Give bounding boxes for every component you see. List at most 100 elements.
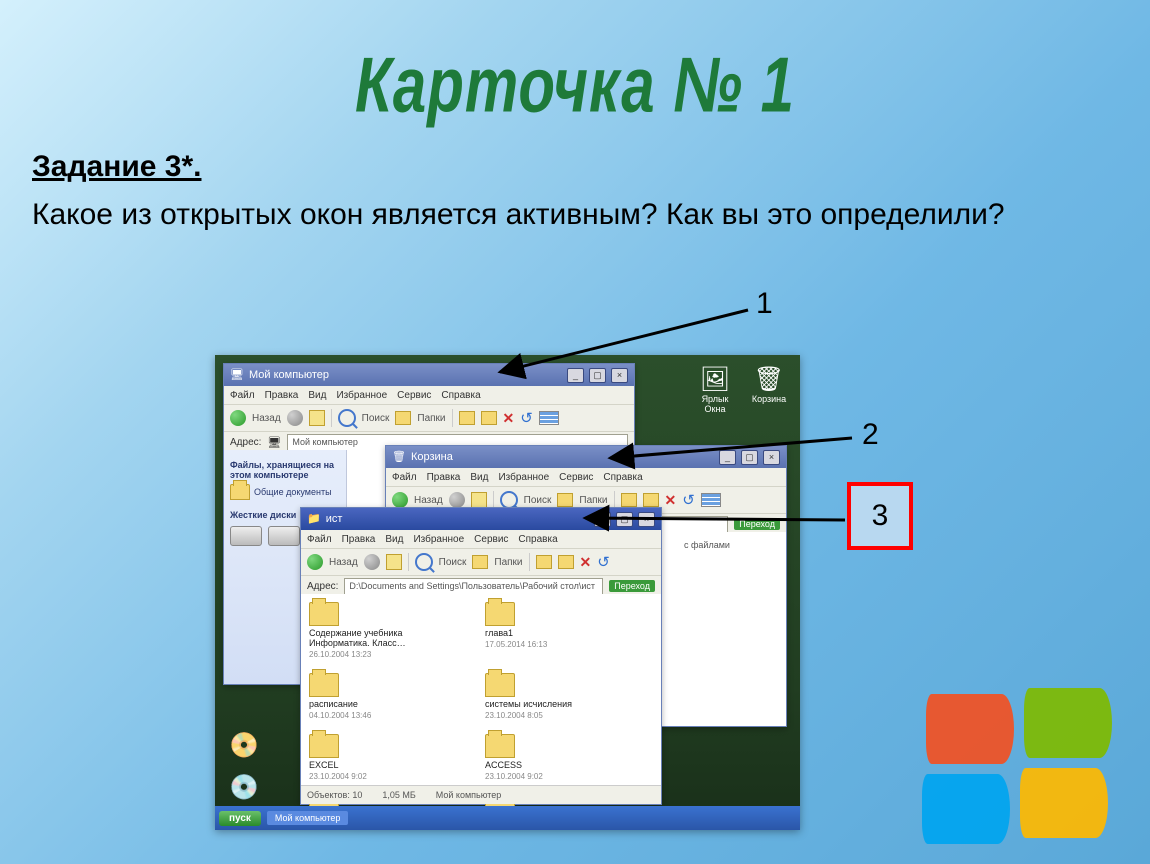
views-icon[interactable] <box>701 493 721 507</box>
up-icon[interactable] <box>309 410 325 426</box>
list-item[interactable]: системы исчисления23.10.2004 8:05 <box>485 673 625 720</box>
annotation-box-3: 3 <box>847 482 913 550</box>
close-button[interactable]: × <box>763 450 780 465</box>
menu-file[interactable]: Файл <box>392 472 417 483</box>
menu-view[interactable]: Вид <box>385 534 403 545</box>
window-title-text: Корзина <box>411 446 714 468</box>
up-icon[interactable] <box>471 492 487 508</box>
minimize-button[interactable]: _ <box>719 450 736 465</box>
move-icon[interactable] <box>459 411 475 425</box>
separator <box>452 409 453 427</box>
back-icon[interactable] <box>230 410 246 426</box>
undo-icon[interactable]: ↺ <box>597 553 610 571</box>
forward-icon[interactable] <box>364 554 380 570</box>
menu-fav[interactable]: Избранное <box>336 390 387 401</box>
search-icon[interactable] <box>415 553 433 571</box>
delete-icon[interactable]: ✕ <box>503 410 515 427</box>
move-icon[interactable] <box>536 555 552 569</box>
undo-icon[interactable]: ↺ <box>682 491 695 509</box>
menu-help[interactable]: Справка <box>603 472 642 483</box>
folders-icon[interactable] <box>557 493 573 507</box>
menu-fav[interactable]: Избранное <box>498 472 549 483</box>
menu-edit[interactable]: Правка <box>427 472 461 483</box>
toolbar: Назад Поиск Папки ✕ ↺ <box>301 549 661 576</box>
menu-help[interactable]: Справка <box>518 534 557 545</box>
maximize-button[interactable]: ▢ <box>741 450 758 465</box>
drive-icon[interactable] <box>268 526 300 546</box>
close-button[interactable]: × <box>611 368 628 383</box>
menu-tools[interactable]: Сервис <box>397 390 431 401</box>
list-item[interactable]: ACCESS23.10.2004 9:02 <box>485 734 625 781</box>
folder-icon <box>485 673 515 697</box>
forward-icon[interactable] <box>287 410 303 426</box>
menu-view[interactable]: Вид <box>470 472 488 483</box>
desktop-shortcut: 💿 <box>219 773 269 802</box>
up-icon[interactable] <box>386 554 402 570</box>
menu-tools[interactable]: Сервис <box>559 472 593 483</box>
window-title-text: ист <box>326 508 589 530</box>
menu-edit[interactable]: Правка <box>265 390 299 401</box>
side-item[interactable]: Общие документы <box>254 487 332 497</box>
slide-title: Карточка № 1 <box>355 40 795 130</box>
file-meta: 23.10.2004 9:02 <box>485 772 625 781</box>
close-button[interactable]: × <box>638 512 655 527</box>
back-icon[interactable] <box>307 554 323 570</box>
address-input[interactable]: D:\Documents and Settings\Пользователь\Р… <box>344 578 603 595</box>
list-item[interactable]: Содержание учебника Информатика. Класс…2… <box>309 602 449 659</box>
menu-fav[interactable]: Избранное <box>413 534 464 545</box>
forward-icon[interactable] <box>449 492 465 508</box>
copy-icon[interactable] <box>481 411 497 425</box>
menu-file[interactable]: Файл <box>307 534 332 545</box>
side-heading: Файлы, хранящиеся на этом компьютере <box>230 460 340 480</box>
menu-help[interactable]: Справка <box>441 390 480 401</box>
dvd-icon: 💿 <box>219 773 269 802</box>
annotation-label-1: 1 <box>756 287 773 321</box>
menu-view[interactable]: Вид <box>308 390 326 401</box>
file-meta: 23.10.2004 9:02 <box>309 772 449 781</box>
status-size: 1,05 МБ <box>382 790 415 800</box>
folder-icon <box>230 484 250 500</box>
list-fragment: с файлами <box>684 540 778 550</box>
go-button[interactable]: Переход <box>609 580 655 592</box>
folder-icon <box>485 602 515 626</box>
search-icon[interactable] <box>338 409 356 427</box>
list-item[interactable]: глава117.05.2014 16:13 <box>485 602 625 659</box>
file-name: Содержание учебника Информатика. Класс… <box>309 628 449 648</box>
delete-icon[interactable]: ✕ <box>665 492 677 509</box>
maximize-button[interactable]: ▢ <box>589 368 606 383</box>
menu-edit[interactable]: Правка <box>342 534 376 545</box>
folder-icon <box>309 602 339 626</box>
file-name: расписание <box>309 699 449 709</box>
logo-blue <box>922 774 1010 844</box>
copy-icon[interactable] <box>643 493 659 507</box>
minimize-button[interactable]: _ <box>594 512 611 527</box>
delete-icon[interactable]: ✕ <box>580 554 592 571</box>
toolbar-folders-label: Папки <box>417 413 445 424</box>
taskbar-button[interactable]: Мой компьютер <box>267 811 349 825</box>
folders-icon[interactable] <box>472 555 488 569</box>
menubar: Файл Правка Вид Избранное Сервис Справка <box>224 386 634 405</box>
folder-icon <box>309 734 339 758</box>
list-item[interactable]: расписание04.10.2004 13:46 <box>309 673 449 720</box>
move-icon[interactable] <box>621 493 637 507</box>
undo-icon[interactable]: ↺ <box>520 409 533 427</box>
menu-tools[interactable]: Сервис <box>474 534 508 545</box>
minimize-button[interactable]: _ <box>567 368 584 383</box>
views-icon[interactable] <box>539 411 559 425</box>
titlebar: 🖥 Мой компьютер _ ▢ × <box>224 364 634 386</box>
start-button[interactable]: пуск <box>219 811 261 826</box>
slide: Карточка № 1 Задание 3*. Какое из открыт… <box>0 0 1150 864</box>
folder-icon <box>485 734 515 758</box>
go-button[interactable]: Переход <box>734 518 780 530</box>
menu-file[interactable]: Файл <box>230 390 255 401</box>
back-icon[interactable] <box>392 492 408 508</box>
maximize-button[interactable]: ▢ <box>616 512 633 527</box>
logo-yellow <box>1020 768 1108 838</box>
app-icon: 🖥 <box>230 364 244 386</box>
drive-icon[interactable] <box>230 526 262 546</box>
folders-icon[interactable] <box>395 411 411 425</box>
windows-logo <box>926 694 1146 864</box>
list-item[interactable]: EXCEL23.10.2004 9:02 <box>309 734 449 781</box>
copy-icon[interactable] <box>558 555 574 569</box>
folder-icon <box>309 673 339 697</box>
